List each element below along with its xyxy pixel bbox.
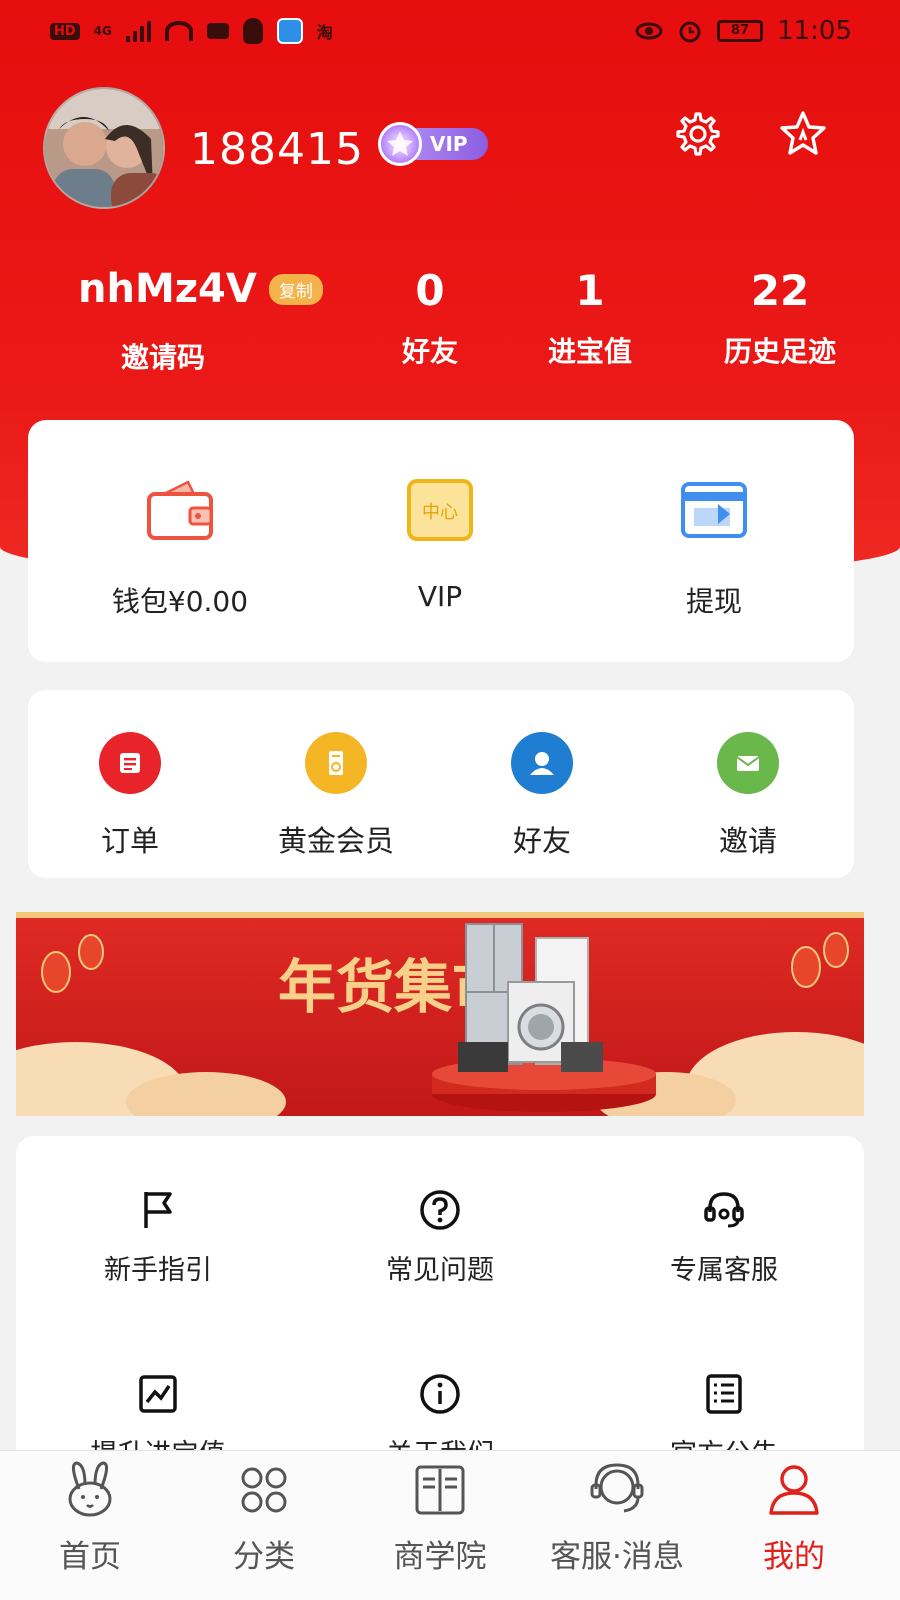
- gold-member-entry[interactable]: 黄金会员: [236, 732, 436, 860]
- gold-member-icon: [305, 732, 367, 794]
- stat-value: 22: [750, 266, 810, 315]
- faq-entry[interactable]: 常见问题: [320, 1188, 560, 1287]
- tab-label: 客服·消息: [550, 1539, 684, 1575]
- friends-label: 好友: [512, 824, 571, 858]
- stat-label: 历史足迹: [723, 335, 836, 368]
- missed-call-icon: [206, 23, 229, 39]
- wifi-icon: [164, 21, 193, 41]
- stat-value: 0: [415, 266, 445, 315]
- info-icon: [420, 1374, 460, 1414]
- stat-friends[interactable]: 0 好友: [380, 266, 480, 370]
- order-icon: [99, 732, 161, 794]
- gold-member-label: 黄金会员: [277, 824, 394, 858]
- flag-icon: [144, 1192, 172, 1228]
- signal-icon: [125, 20, 151, 42]
- tab-service-messages[interactable]: 客服·消息: [526, 1451, 708, 1576]
- wallet-card: 钱包¥0.00 中心 VIP 提现: [28, 420, 854, 662]
- tab-home[interactable]: 首页: [0, 1451, 180, 1576]
- chart-icon: [139, 1375, 177, 1413]
- mail-icon: [717, 732, 779, 794]
- list-icon: [706, 1374, 742, 1414]
- user-icon: [769, 1465, 819, 1515]
- invite-entry[interactable]: 邀请: [648, 732, 848, 860]
- battery-icon: 87: [717, 20, 764, 42]
- vip-center-icon-text: 中心: [422, 502, 458, 523]
- orders-entry[interactable]: 订单: [30, 732, 230, 860]
- dedicated-service-entry[interactable]: 专属客服: [604, 1188, 844, 1287]
- avatar-photo: [45, 89, 163, 207]
- tab-label: 首页: [59, 1539, 121, 1575]
- tab-label: 我的: [763, 1539, 825, 1575]
- wallet-label: 钱包¥0.00: [111, 585, 249, 618]
- tab-mine[interactable]: 我的: [704, 1451, 884, 1576]
- eye-icon: [635, 22, 663, 40]
- star-icon: [780, 111, 826, 155]
- withdraw-entry[interactable]: 提现: [604, 478, 824, 620]
- rabbit-icon: [68, 1461, 112, 1517]
- faq-label: 常见问题: [386, 1255, 494, 1286]
- hd-badge: HD: [50, 22, 80, 40]
- taobao-notification: 淘: [316, 23, 333, 42]
- network-label: 4G: [93, 24, 112, 38]
- stat-treasure-value[interactable]: 1 进宝值: [530, 266, 650, 370]
- wallet-icon: [147, 480, 213, 540]
- stat-label: 进宝值: [547, 335, 632, 368]
- wallet-entry[interactable]: 钱包¥0.00: [70, 478, 290, 620]
- username: 188415: [190, 124, 364, 175]
- vip-center-entry[interactable]: 中心 VIP: [330, 478, 550, 613]
- friend-icon: [511, 732, 573, 794]
- settings-button[interactable]: [670, 108, 722, 160]
- stat-value: 1: [575, 266, 605, 315]
- orders-label: 订单: [100, 824, 159, 858]
- copy-invite-code-button[interactable]: 复制: [268, 273, 323, 305]
- withdraw-card-icon: [681, 482, 747, 538]
- stat-label: 好友: [401, 335, 458, 368]
- beginner-guide-entry[interactable]: 新手指引: [38, 1188, 278, 1287]
- tab-business-school[interactable]: 商学院: [350, 1451, 530, 1576]
- tab-category[interactable]: 分类: [174, 1451, 354, 1576]
- vip-badge: VIP: [378, 122, 490, 166]
- tab-label: 商学院: [393, 1539, 487, 1575]
- invite-label: 邀请: [718, 824, 777, 858]
- invite-code: nhMz4V: [78, 266, 257, 312]
- category-icon: [241, 1467, 287, 1513]
- friends-entry[interactable]: 好友: [442, 732, 642, 860]
- alarm-icon: [679, 21, 701, 43]
- dedicated-service-label: 专属客服: [670, 1255, 778, 1286]
- bottom-tab-bar: 首页 分类 商学院 客服·消息 我的: [0, 1450, 900, 1600]
- favorites-button[interactable]: [776, 108, 830, 160]
- beginner-guide-label: 新手指引: [104, 1255, 212, 1286]
- stat-history[interactable]: 22 历史足迹: [700, 266, 860, 370]
- vip-label: VIP: [417, 580, 463, 613]
- promo-banner[interactable]: 年货集市: [16, 912, 864, 1116]
- vip-center-icon: 中心: [407, 479, 473, 541]
- promo-banner-art: 年货集市: [16, 912, 864, 1116]
- invite-code-label: 邀请码: [120, 341, 205, 374]
- qq-icon: [242, 18, 263, 44]
- headset-icon: [704, 1192, 744, 1228]
- quick-actions-card: 订单 黄金会员 好友 邀请: [28, 690, 854, 878]
- status-bar: HD 4G 淘 87 11:05: [0, 0, 900, 62]
- withdraw-label: 提现: [685, 585, 742, 618]
- avatar[interactable]: [43, 87, 165, 209]
- book-icon: [415, 1465, 465, 1515]
- tools-card: 新手指引 常见问题 专属客服 提升进宝值 关于我们 官方公告: [16, 1136, 864, 1476]
- gear-icon: [676, 112, 720, 156]
- invite-code-row: nhMz4V 复制: [78, 266, 323, 312]
- question-icon: [420, 1190, 460, 1230]
- tab-label: 分类: [233, 1539, 295, 1575]
- vip-medal-icon: [378, 122, 422, 166]
- service-icon: [590, 1463, 644, 1513]
- browser-app-icon: [276, 18, 303, 44]
- clock: 11:05: [777, 16, 852, 46]
